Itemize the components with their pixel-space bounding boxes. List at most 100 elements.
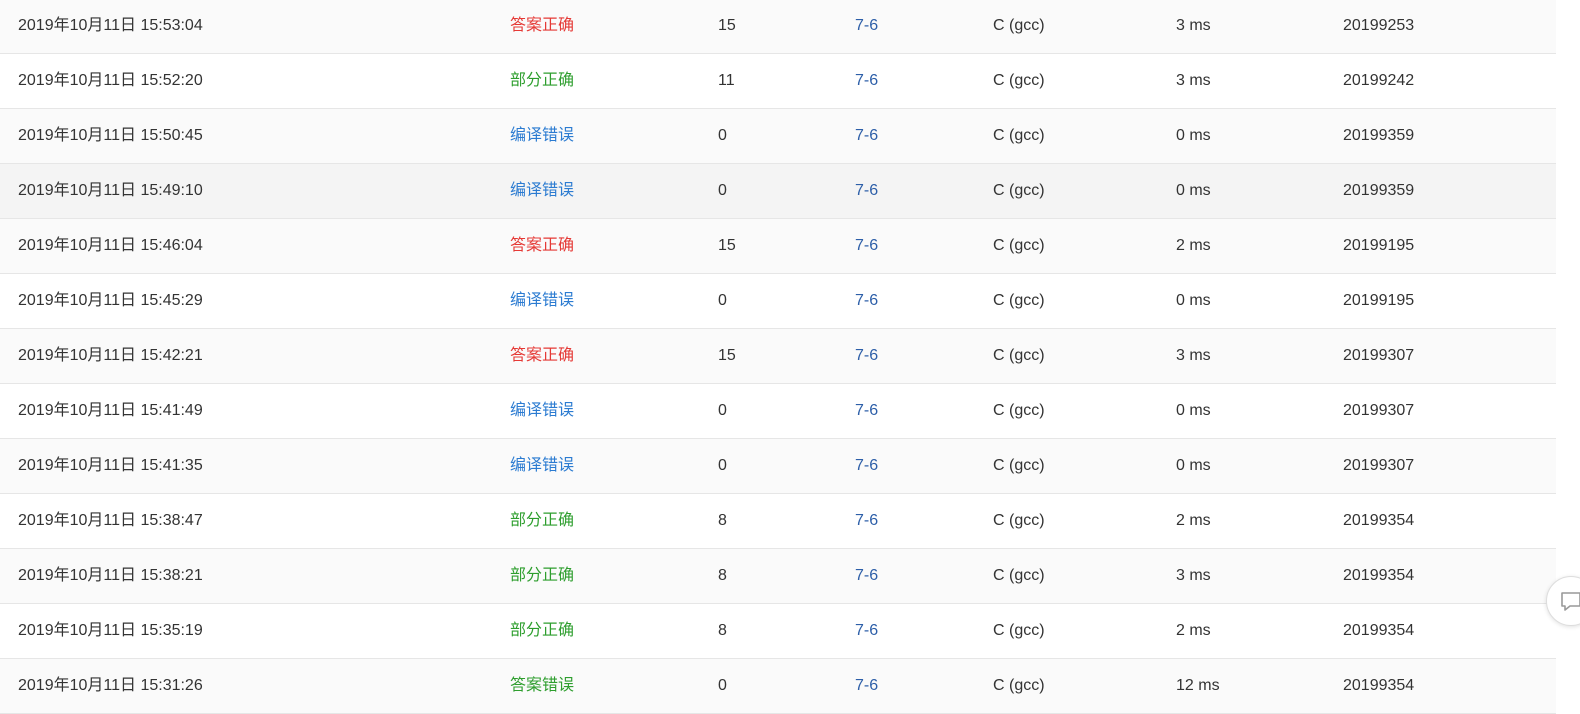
time-usage: 2 ms	[1176, 512, 1211, 529]
time-usage: 2 ms	[1176, 622, 1211, 639]
language-label: C (gcc)	[993, 127, 1045, 144]
score-value: 15	[718, 17, 736, 34]
time-usage: 12 ms	[1176, 677, 1220, 694]
time-usage: 3 ms	[1176, 17, 1211, 34]
submission-time: 2019年10月11日 15:31:26	[18, 677, 203, 694]
user-id: 20199354	[1343, 677, 1415, 694]
submission-time: 2019年10月11日 15:41:35	[18, 457, 203, 474]
time-usage: 3 ms	[1176, 567, 1211, 584]
score-value: 8	[718, 622, 727, 639]
score-value: 11	[718, 72, 735, 89]
time-usage: 0 ms	[1176, 182, 1211, 199]
status-label: 部分正确	[510, 512, 575, 529]
table-row: 2019年10月11日 15:52:20 部分正确 11 7-6 C (gcc) 3 ms…	[0, 54, 1556, 109]
score-value: 0	[718, 292, 727, 309]
status-label: 答案正确	[510, 17, 575, 34]
score-value: 0	[718, 182, 727, 199]
status-label: 部分正确	[510, 622, 575, 639]
language-label: C (gcc)	[993, 72, 1045, 89]
language-label: C (gcc)	[993, 622, 1045, 639]
score-value: 15	[718, 347, 736, 364]
table-row: 2019年10月11日 15:41:35 编译错误 0 7-6 C (gcc) 0 ms 2…	[0, 439, 1556, 494]
score-value: 15	[718, 237, 736, 254]
user-id: 20199307	[1343, 457, 1415, 474]
table-row: 2019年10月11日 15:46:04 答案正确 15 7-6 C (gcc) 2 ms…	[0, 219, 1556, 274]
time-usage: 0 ms	[1176, 457, 1211, 474]
language-label: C (gcc)	[993, 512, 1045, 529]
feedback-icon	[1561, 592, 1580, 611]
score-value: 0	[718, 127, 727, 144]
language-label: C (gcc)	[993, 17, 1045, 34]
problem-link[interactable]: 7-6	[855, 54, 878, 108]
language-label: C (gcc)	[993, 677, 1045, 694]
problem-link[interactable]: 7-6	[855, 549, 878, 603]
problem-link[interactable]: 7-6	[855, 0, 878, 53]
status-label[interactable]: 编译错误	[510, 274, 574, 328]
problem-link[interactable]: 7-6	[855, 439, 878, 493]
problem-link[interactable]: 7-6	[855, 329, 878, 383]
language-label: C (gcc)	[993, 347, 1045, 364]
table-row: 2019年10月11日 15:35:19 部分正确 8 7-6 C (gcc) 2 ms 2…	[0, 604, 1556, 659]
problem-link[interactable]: 7-6	[855, 274, 878, 328]
score-value: 0	[718, 677, 727, 694]
submission-time: 2019年10月11日 15:53:04	[18, 17, 203, 34]
table-row: 2019年10月11日 15:38:47 部分正确 8 7-6 C (gcc) 2 ms 2…	[0, 494, 1556, 549]
status-label: 答案正确	[510, 237, 575, 254]
language-label: C (gcc)	[993, 457, 1045, 474]
submission-time: 2019年10月11日 15:35:19	[18, 622, 203, 639]
table-row: 2019年10月11日 15:38:21 部分正确 8 7-6 C (gcc) 3 ms 2…	[0, 549, 1556, 604]
user-id: 20199242	[1343, 72, 1415, 89]
user-id: 20199359	[1343, 182, 1415, 199]
status-label[interactable]: 编译错误	[510, 164, 574, 218]
score-value: 0	[718, 402, 727, 419]
problem-link[interactable]: 7-6	[855, 659, 878, 713]
user-id: 20199253	[1343, 17, 1415, 34]
status-label[interactable]: 编译错误	[510, 439, 574, 493]
language-label: C (gcc)	[993, 567, 1045, 584]
table-row: 2019年10月11日 15:53:04 答案正确 15 7-6 C (gcc) 3 ms…	[0, 0, 1556, 54]
submission-time: 2019年10月11日 15:38:47	[18, 512, 203, 529]
status-label: 答案正确	[510, 347, 575, 364]
submission-time: 2019年10月11日 15:50:45	[18, 127, 203, 144]
user-id: 20199354	[1343, 512, 1415, 529]
problem-link[interactable]: 7-6	[855, 604, 878, 658]
status-label[interactable]: 编译错误	[510, 109, 574, 163]
user-id: 20199354	[1343, 567, 1415, 584]
table-row: 2019年10月11日 15:41:49 编译错误 0 7-6 C (gcc) 0 ms 2…	[0, 384, 1556, 439]
language-label: C (gcc)	[993, 237, 1045, 254]
table-row: 2019年10月11日 15:42:21 答案正确 15 7-6 C (gcc) 3 ms…	[0, 329, 1556, 384]
table-row: 2019年10月11日 15:50:45 编译错误 0 7-6 C (gcc) 0 ms 2…	[0, 109, 1556, 164]
submission-time: 2019年10月11日 15:46:04	[18, 237, 203, 254]
submission-time: 2019年10月11日 15:49:10	[18, 182, 203, 199]
time-usage: 0 ms	[1176, 402, 1211, 419]
status-label[interactable]: 编译错误	[510, 384, 574, 438]
status-label: 部分正确	[510, 72, 575, 89]
table-row: 2019年10月11日 15:45:29 编译错误 0 7-6 C (gcc) 0 ms 2…	[0, 274, 1556, 329]
time-usage: 0 ms	[1176, 127, 1211, 144]
user-id: 20199307	[1343, 347, 1415, 364]
user-id: 20199359	[1343, 127, 1415, 144]
submission-time: 2019年10月11日 15:41:49	[18, 402, 203, 419]
problem-link[interactable]: 7-6	[855, 109, 878, 163]
problem-link[interactable]: 7-6	[855, 494, 878, 548]
score-value: 0	[718, 457, 727, 474]
score-value: 8	[718, 512, 727, 529]
language-label: C (gcc)	[993, 182, 1045, 199]
score-value: 8	[718, 567, 727, 584]
submission-time: 2019年10月11日 15:42:21	[18, 347, 203, 364]
submission-time: 2019年10月11日 15:52:20	[18, 72, 203, 89]
time-usage: 2 ms	[1176, 237, 1211, 254]
table-row: 2019年10月11日 15:49:10 编译错误 0 7-6 C (gcc) 0 ms 2…	[0, 164, 1556, 219]
status-label: 部分正确	[510, 567, 575, 584]
time-usage: 3 ms	[1176, 72, 1211, 89]
submission-time: 2019年10月11日 15:38:21	[18, 567, 203, 584]
user-id: 20199195	[1343, 237, 1415, 254]
time-usage: 0 ms	[1176, 292, 1211, 309]
problem-link[interactable]: 7-6	[855, 164, 878, 218]
submission-time: 2019年10月11日 15:45:29	[18, 292, 203, 309]
time-usage: 3 ms	[1176, 347, 1211, 364]
problem-link[interactable]: 7-6	[855, 384, 878, 438]
problem-link[interactable]: 7-6	[855, 219, 878, 273]
submissions-table: 2019年10月11日 15:53:04 答案正确 15 7-6 C (gcc) 3 ms…	[0, 0, 1556, 714]
user-id: 20199195	[1343, 292, 1415, 309]
